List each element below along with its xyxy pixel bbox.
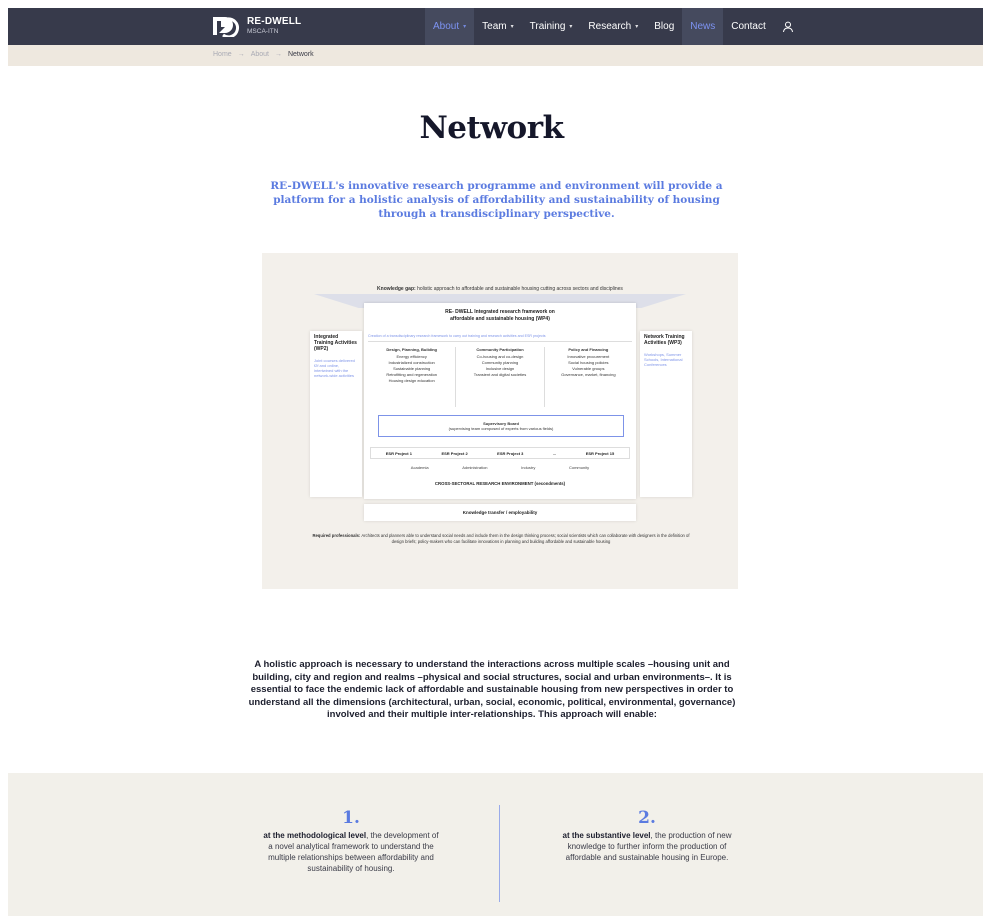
menu-item-label: Research xyxy=(588,21,632,32)
board-text: (supervising team composed of experts fr… xyxy=(448,426,554,431)
menu-item-label: Team xyxy=(482,21,507,32)
wp3-box: Network Training Activities (WP3) Worksh… xyxy=(640,331,692,497)
wp3-text: Workshops, Summer Schools, International… xyxy=(644,352,683,367)
breadcrumb: Home → About → Network xyxy=(213,51,314,58)
sector: Community xyxy=(568,465,590,470)
site-logo[interactable]: RE-DWELL MSCA-ITN xyxy=(211,15,301,37)
menu-item-label: Contact xyxy=(731,21,766,32)
required-professionals: Required professionals: Architects and p… xyxy=(306,533,696,544)
breadcrumb-current: Network xyxy=(287,51,314,58)
network-diagram: Knowledge gap: holistic approach to affo… xyxy=(262,253,738,589)
column-policy: Policy and Financing Innovative procurem… xyxy=(545,347,632,407)
esr-project: ESR Project 3 xyxy=(497,450,524,456)
wp3-title: Network Training Activities (WP3) xyxy=(644,334,685,346)
level-lead: at the methodological level xyxy=(263,831,367,840)
column-item: Housing design education xyxy=(388,378,435,383)
top-navigation: RE-DWELL MSCA-ITN About ▾ Team ▾ Trainin… xyxy=(8,8,983,45)
user-glyph xyxy=(782,21,793,32)
esr-project: ESR Project 2 xyxy=(441,450,468,456)
required-text: Architects and planners able to understa… xyxy=(361,533,690,544)
level-number: 1. xyxy=(342,808,360,828)
column-heading: Community Participation xyxy=(476,347,524,352)
user-icon[interactable] xyxy=(778,8,798,45)
logo-subtitle: MSCA-ITN xyxy=(247,27,279,35)
menu-item-label: Training xyxy=(529,21,566,32)
knowledge-gap-text: holistic approach to affordable and sust… xyxy=(417,286,623,292)
column-item: Transient and digital societies xyxy=(473,372,527,377)
chevron-down-icon: ▾ xyxy=(635,24,639,30)
menu-item-news[interactable]: News xyxy=(682,8,724,45)
wp4-title-line-2: affordable and sustainable housing (WP4) xyxy=(450,316,550,322)
logo-title: RE-DWELL xyxy=(247,15,302,27)
column-heading: Policy and Financing xyxy=(568,347,609,352)
breadcrumb-about[interactable]: About xyxy=(251,51,269,58)
main-menu: About ▾ Team ▾ Training ▾ Research ▾ Blo… xyxy=(425,8,798,45)
chevron-down-icon: ▾ xyxy=(569,24,573,30)
knowledge-gap-label: Knowledge gap: xyxy=(377,286,416,292)
column-heading: Design, Planning, Building xyxy=(386,347,437,352)
intro-text: RE-DWELL's innovative research programme… xyxy=(270,180,723,220)
chevron-down-icon: ▾ xyxy=(510,24,514,30)
holistic-approach-text: A holistic approach is necessary to unde… xyxy=(248,659,736,721)
sector: Industry xyxy=(521,465,536,470)
wp2-title: Integrated Training Activities (WP2) xyxy=(314,334,357,352)
knowledge-transfer: Knowledge transfer / employability xyxy=(364,504,636,521)
sector: Administration xyxy=(462,465,488,470)
breadcrumb-arrow-icon: → xyxy=(237,51,245,58)
chevron-down-icon: ▾ xyxy=(463,24,467,30)
wp4-title: RE- DWELL Integrated research framework … xyxy=(364,309,636,323)
wp4-title-line-1: RE- DWELL Integrated research framework … xyxy=(445,309,555,315)
wp2-text: Joint courses delivered f2f and online, … xyxy=(314,358,355,378)
level-substantive: 2. at the substantive level, the product… xyxy=(557,808,737,863)
supervisory-board: Supervisory Board (supervising team comp… xyxy=(378,415,624,437)
menu-item-blog[interactable]: Blog xyxy=(646,8,682,45)
esr-projects: ESR Project 1 ESR Project 2 ESR Project … xyxy=(370,447,630,459)
levels-section: 1. at the methodological level, the deve… xyxy=(8,773,983,916)
levels-divider xyxy=(499,805,500,902)
wp4-creation: Creation of a transdisciplinary research… xyxy=(368,334,632,342)
wp4-box: RE- DWELL Integrated research framework … xyxy=(364,303,636,499)
esr-ellipsis: ... xyxy=(552,450,557,456)
menu-item-research[interactable]: Research ▾ xyxy=(580,8,646,45)
wp4-columns: Design, Planning, Building Energy effici… xyxy=(368,347,632,407)
menu-item-training[interactable]: Training ▾ xyxy=(522,8,581,45)
level-number: 2. xyxy=(638,808,656,828)
column-design: Design, Planning, Building Energy effici… xyxy=(368,347,457,407)
logo-mark-icon xyxy=(213,17,239,37)
column-item: Governance, market, financing xyxy=(561,372,616,377)
esr-project: ESR Project 15 xyxy=(585,450,615,456)
menu-item-team[interactable]: Team ▾ xyxy=(474,8,521,45)
menu-item-about[interactable]: About ▾ xyxy=(425,8,475,45)
level-methodological: 1. at the methodological level, the deve… xyxy=(261,808,441,874)
breadcrumb-arrow-icon: → xyxy=(274,51,282,58)
sectors: Academia Administration Industry Communi… xyxy=(394,465,606,470)
wp2-box: Integrated Training Activities (WP2) Joi… xyxy=(310,331,362,497)
menu-item-label: About xyxy=(433,21,460,32)
breadcrumb-bar: Home → About → Network xyxy=(8,45,983,66)
menu-item-label: News xyxy=(690,21,716,32)
column-community: Community Participation Co-housing and c… xyxy=(456,347,545,407)
breadcrumb-home[interactable]: Home xyxy=(213,51,232,58)
cross-sectoral-label: CROSS-SECTORAL RESEARCH ENVIRONMENT (sec… xyxy=(434,481,566,486)
knowledge-gap: Knowledge gap: holistic approach to affo… xyxy=(262,286,738,292)
sector: Academia xyxy=(410,465,429,470)
esr-project: ESR Project 1 xyxy=(385,450,412,456)
page-title: Network xyxy=(419,110,564,146)
required-label: Required professionals: xyxy=(312,533,361,538)
menu-item-label: Blog xyxy=(654,21,675,32)
level-lead: at the substantive level xyxy=(562,831,651,840)
menu-item-contact[interactable]: Contact xyxy=(723,8,773,45)
